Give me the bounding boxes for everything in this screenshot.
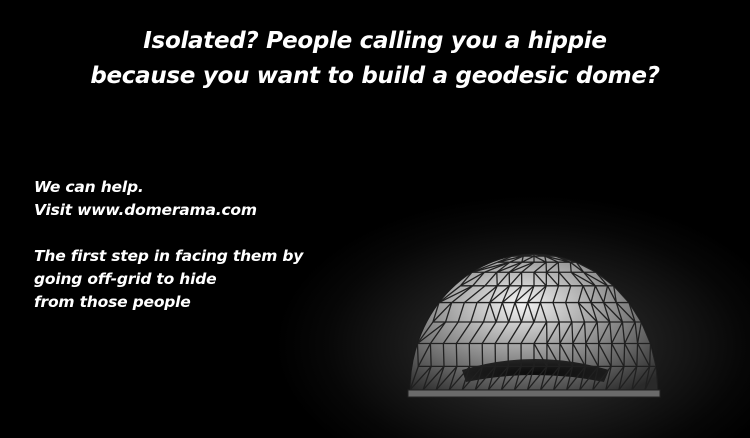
dome-strut xyxy=(442,343,445,367)
dome-strut xyxy=(623,343,626,367)
body-line-1: We can help. xyxy=(34,178,144,196)
headline-line-2: because you want to build a geodesic dom… xyxy=(90,63,660,89)
headline: Isolated? People calling you a hippie be… xyxy=(0,24,750,94)
dome-strut xyxy=(636,343,639,367)
body-text: We can help. Visit www.domerama.com The … xyxy=(34,176,303,314)
body-line-5: from those people xyxy=(34,293,191,311)
dome-strut xyxy=(558,321,561,344)
dome-strut xyxy=(610,343,613,367)
dome-strut xyxy=(557,262,560,273)
dome-strut xyxy=(649,343,652,367)
dome-strut xyxy=(416,343,419,367)
body-line-4: going off-grid to hide xyxy=(34,270,217,288)
body-line-3: The first step in facing them by xyxy=(34,247,304,265)
dome-strut xyxy=(455,343,458,367)
headline-line-1: Isolated? People calling you a hippie xyxy=(143,28,607,54)
ad-canvas: Isolated? People calling you a hippie be… xyxy=(0,0,750,438)
geodesic-dome-image xyxy=(407,253,661,398)
body-line-2-website: Visit www.domerama.com xyxy=(34,201,257,219)
dome-strut xyxy=(429,343,432,367)
dome-strut xyxy=(569,262,572,273)
